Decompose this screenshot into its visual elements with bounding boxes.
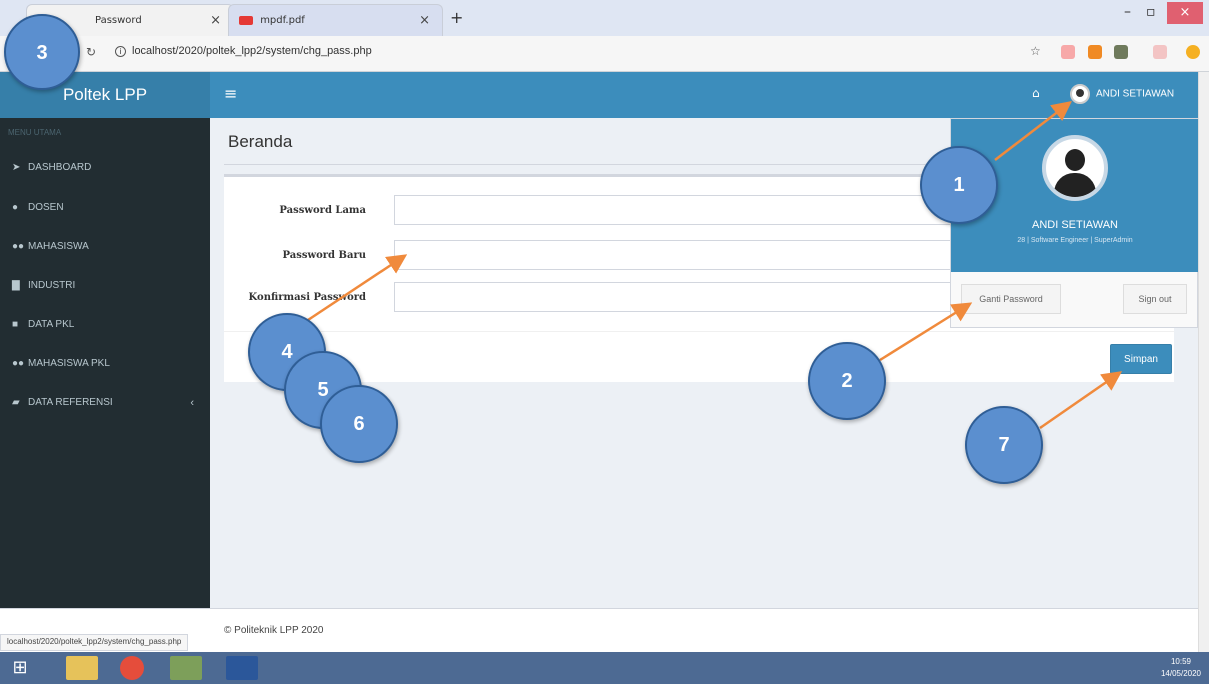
sidebar-item-dashboard[interactable]: ➤ DASHBOARD bbox=[0, 150, 210, 188]
sidebar-item-mahasiswa[interactable]: ●● MAHASISWA bbox=[0, 229, 210, 267]
user-icon: ● bbox=[12, 202, 19, 213]
users-icon: ●● bbox=[12, 241, 25, 252]
minimize-icon[interactable]: – bbox=[1124, 4, 1131, 20]
url-field[interactable]: i localhost/2020/poltek_lpp2/system/chg_p… bbox=[115, 45, 372, 57]
page-title: Beranda bbox=[228, 132, 293, 151]
old-password-label: Password Lama bbox=[279, 205, 366, 216]
star-icon[interactable]: ☆ bbox=[1030, 44, 1041, 58]
old-password-input[interactable] bbox=[394, 195, 954, 225]
browser-tab-strip: Password × mpdf.pdf × + – ▫ × bbox=[0, 0, 1209, 36]
confirm-password-input[interactable] bbox=[394, 282, 954, 312]
taskbar: ⊞ 10:59 14/05/2020 bbox=[0, 652, 1209, 684]
reload-icon[interactable]: ↻ bbox=[86, 45, 96, 59]
avatar bbox=[1070, 84, 1090, 104]
status-url: localhost/2020/poltek_lpp2/system/chg_pa… bbox=[0, 634, 189, 651]
sidebar-item-data-pkl[interactable]: ■ DATA PKL bbox=[0, 307, 210, 345]
clock[interactable]: 10:59 14/05/2020 bbox=[1161, 656, 1201, 680]
tab-title: Password bbox=[95, 15, 142, 26]
tab-title: mpdf.pdf bbox=[260, 15, 305, 26]
extension-icon[interactable] bbox=[1153, 45, 1167, 59]
user-menu[interactable]: ANDI SETIAWAN bbox=[1070, 84, 1174, 104]
new-password-label: Password Baru bbox=[282, 250, 366, 261]
change-password-button[interactable]: Ganti Password bbox=[961, 284, 1061, 314]
sidebar-item-industri[interactable]: ▇ INDUSTRI bbox=[0, 268, 210, 306]
new-password-input[interactable] bbox=[394, 240, 954, 270]
vlc-icon[interactable] bbox=[1088, 45, 1102, 59]
avatar bbox=[1042, 135, 1108, 201]
footer-text: © Politeknik LPP 2020 bbox=[224, 625, 324, 636]
scrollbar[interactable] bbox=[1198, 72, 1209, 652]
user-silhouette-icon bbox=[1065, 149, 1085, 171]
confirm-password-label: Konfirmasi Password bbox=[248, 292, 366, 303]
user-dropdown: ANDI SETIAWAN 28 | Software Engineer | S… bbox=[950, 118, 1199, 328]
callout-1: 1 bbox=[920, 146, 998, 224]
folder-icon: ▰ bbox=[12, 397, 20, 408]
tab-close-icon[interactable]: × bbox=[210, 13, 221, 28]
app-icon[interactable] bbox=[170, 656, 202, 680]
callout-2: 2 bbox=[808, 342, 886, 420]
form-footer bbox=[224, 331, 1174, 382]
tab-mpdf[interactable]: mpdf.pdf × bbox=[228, 4, 443, 36]
extension-icon[interactable] bbox=[1114, 45, 1128, 59]
sidebar-item-dosen[interactable]: ● DOSEN bbox=[0, 190, 210, 228]
word-icon[interactable] bbox=[226, 656, 258, 680]
window-close-icon[interactable]: × bbox=[1167, 2, 1203, 24]
info-icon[interactable]: i bbox=[115, 46, 126, 57]
new-tab-icon[interactable]: + bbox=[450, 8, 463, 27]
industry-icon: ▇ bbox=[12, 280, 20, 291]
maximize-icon[interactable]: ▫ bbox=[1146, 4, 1156, 20]
callout-7: 7 bbox=[965, 406, 1043, 484]
pdf-icon bbox=[239, 15, 253, 25]
sidebar-section-title: MENU UTAMA bbox=[8, 128, 62, 137]
users-icon: ●● bbox=[12, 358, 25, 369]
callout-6: 6 bbox=[320, 385, 398, 463]
extension-icon[interactable] bbox=[1061, 45, 1075, 59]
user-name: ANDI SETIAWAN bbox=[1032, 219, 1118, 231]
app-header: Poltek LPP ≡ ⌂ ANDI SETIAWAN bbox=[0, 72, 1198, 118]
list-icon: ■ bbox=[12, 319, 19, 330]
sidebar: MENU UTAMA ➤ DASHBOARD ● DOSEN ●● MAHASISWA… bbox=[0, 118, 210, 608]
sidebar-item-data-referensi[interactable]: ▰ DATA REFERENSI ‹ bbox=[0, 385, 210, 423]
address-bar: ↻ i localhost/2020/poltek_lpp2/system/chg… bbox=[0, 36, 1209, 72]
home-icon[interactable]: ⌂ bbox=[1032, 86, 1040, 100]
user-role: 28 | Software Engineer | SuperAdmin bbox=[1017, 237, 1133, 244]
tab-close-icon[interactable]: × bbox=[419, 13, 430, 28]
save-button[interactable]: Simpan bbox=[1110, 344, 1172, 374]
chevron-left-icon: ‹ bbox=[190, 397, 194, 409]
windows-start-icon[interactable]: ⊞ bbox=[6, 656, 34, 680]
profile-icon[interactable] bbox=[1186, 45, 1200, 59]
callout-3: 3 bbox=[4, 14, 80, 90]
chrome-icon[interactable] bbox=[120, 656, 144, 680]
sidebar-item-mahasiswa-pkl[interactable]: ●● MAHASISWA PKL bbox=[0, 346, 210, 384]
file-explorer-icon[interactable] bbox=[66, 656, 98, 680]
menu-toggle-icon[interactable]: ≡ bbox=[224, 84, 237, 103]
sign-out-button[interactable]: Sign out bbox=[1123, 284, 1187, 314]
paper-plane-icon: ➤ bbox=[12, 162, 21, 173]
